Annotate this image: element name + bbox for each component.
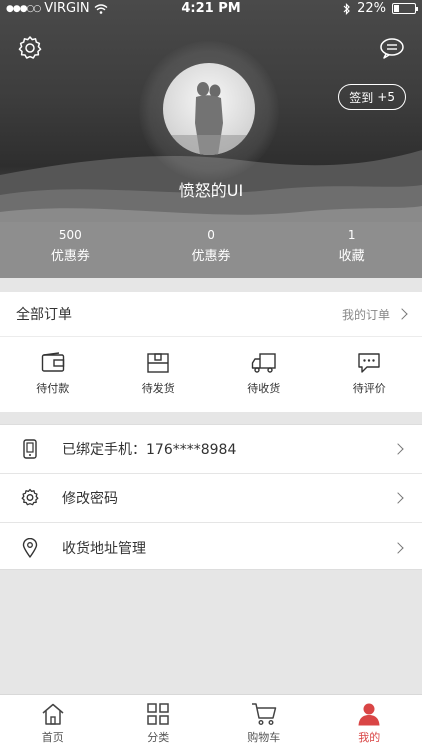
chevron-right-icon (392, 492, 404, 504)
change-password-label: 修改密码 (62, 491, 118, 507)
avatar[interactable] (163, 63, 255, 155)
message-button[interactable] (377, 33, 407, 63)
status-right: 22% (343, 1, 418, 16)
order-pending-payment[interactable]: 待付款 (0, 337, 106, 411)
order-item-label: 待收货 (247, 382, 281, 395)
gear-icon (18, 36, 42, 59)
stat-favorites[interactable]: 1 收藏 (281, 228, 422, 274)
category-grid-icon (147, 703, 169, 725)
order-item-label: 待付款 (36, 382, 70, 395)
tab-label: 首页 (41, 731, 64, 744)
order-pending-shipment[interactable]: 待发货 (106, 337, 212, 411)
checkin-label: 签到 (349, 90, 374, 105)
home-icon (42, 703, 64, 725)
tab-label: 购物车 (247, 731, 281, 744)
couple-silhouette-icon (163, 82, 255, 155)
settings-button[interactable] (15, 33, 45, 63)
chevron-right-icon (396, 308, 408, 320)
tab-home[interactable]: 首页 (0, 695, 106, 750)
stat-coupons[interactable]: 500 优惠券 (0, 228, 141, 274)
username: 愤怒的UI (178, 181, 244, 200)
profile-header: ●●●○○ VIRGIN 4:21 PM 22% 签到 +5 愤怒的UI 500… (0, 0, 422, 278)
change-password-row[interactable]: 修改密码 (0, 474, 422, 523)
stat-value: 1 (347, 228, 356, 242)
tab-label: 分类 (147, 731, 170, 744)
status-bar: ●●●○○ VIRGIN 4:21 PM 22% (0, 0, 422, 18)
order-item-label: 待评价 (352, 382, 386, 395)
message-icon (380, 38, 404, 59)
my-orders-label: 我的订单 (341, 307, 390, 322)
stat-label: 优惠券 (191, 249, 231, 264)
orders-title: 全部订单 (16, 307, 72, 323)
cart-icon (251, 703, 276, 726)
truck-icon (251, 353, 276, 373)
comment-icon (358, 353, 380, 373)
checkin-button[interactable]: 签到 +5 (338, 84, 406, 110)
gear-icon (20, 488, 40, 508)
bound-phone-label: 已绑定手机：176****8984 (62, 442, 237, 458)
location-pin-icon (20, 537, 40, 558)
stats-row: 500 优惠券 0 优惠券 1 收藏 (0, 228, 422, 274)
battery-icon (392, 3, 418, 14)
my-orders-link[interactable]: 我的订单 (341, 306, 408, 323)
all-orders-row[interactable]: 全部订单 我的订单 (0, 292, 422, 337)
tab-category[interactable]: 分类 (106, 695, 212, 750)
stat-label: 优惠券 (50, 249, 90, 264)
address-management-label: 收货地址管理 (62, 540, 146, 557)
user-icon (358, 703, 380, 726)
stat-value: 500 (58, 228, 82, 242)
stat-value: 0 (207, 228, 215, 242)
order-pending-receipt[interactable]: 待收货 (211, 337, 317, 411)
chevron-right-icon (392, 541, 404, 554)
bluetooth-icon (343, 2, 350, 15)
wallet-icon (41, 352, 64, 372)
bound-phone-row[interactable]: 已绑定手机：176****8984 (0, 425, 422, 474)
address-management-row[interactable]: 收货地址管理 (0, 523, 422, 572)
tab-mine[interactable]: 我的 (317, 695, 422, 750)
order-pending-review[interactable]: 待评价 (317, 337, 422, 411)
order-item-label: 待发货 (141, 382, 175, 395)
orders-card: 全部订单 我的订单 待付款 待发货 待收货 待评价 (0, 292, 422, 412)
phone-icon (20, 439, 40, 459)
stat-label: 收藏 (338, 249, 365, 264)
stat-coupons-2[interactable]: 0 优惠券 (141, 228, 282, 274)
tab-cart[interactable]: 购物车 (211, 695, 317, 750)
checkin-points: +5 (377, 90, 395, 104)
battery-percent: 22% (357, 1, 386, 16)
account-settings-list: 已绑定手机：176****8984 修改密码 收货地址管理 (0, 424, 422, 570)
chevron-right-icon (392, 443, 404, 455)
order-status-row: 待付款 待发货 待收货 待评价 (0, 337, 422, 411)
bottom-tab-bar: 首页 分类 购物车 我的 (0, 694, 422, 750)
tab-label: 我的 (358, 731, 381, 744)
box-icon (147, 353, 169, 373)
